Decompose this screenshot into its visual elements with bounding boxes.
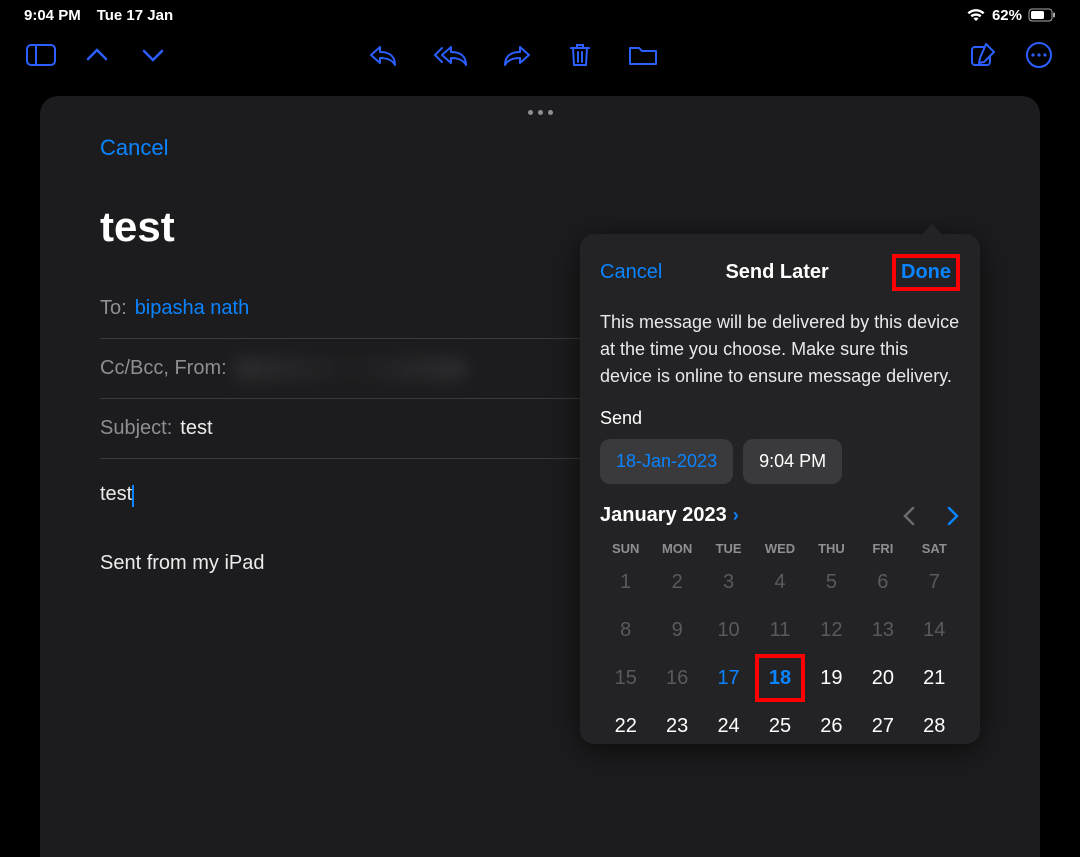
send-time-pill[interactable]: 9:04 PM [743, 439, 842, 484]
compose-sheet: Cancel test To: bipasha nath Cc/Bcc, Fro… [40, 96, 1040, 857]
weekday-label: THU [806, 541, 857, 556]
more-icon[interactable] [1024, 41, 1054, 69]
calendar-month-label[interactable]: January 2023 [600, 504, 727, 527]
month-chevron-icon[interactable]: › [733, 505, 739, 526]
send-date-pill[interactable]: 18-Jan-2023 [600, 439, 733, 484]
calendar-day: 3 [703, 564, 754, 600]
calendar-day: 8 [600, 612, 651, 648]
calendar-day[interactable]: 24 [703, 708, 754, 744]
calendar-day: 7 [909, 564, 960, 600]
cancel-button[interactable]: Cancel [100, 135, 980, 161]
calendar-day: 5 [806, 564, 857, 600]
send-later-popover: Cancel Send Later Done This message will… [580, 234, 980, 744]
mail-toolbar [0, 30, 1080, 80]
calendar-days: 1234567891011121314151617181920212223242… [600, 564, 960, 744]
to-value: bipasha nath [135, 297, 250, 320]
calendar-day: 6 [857, 564, 908, 600]
calendar-day: 12 [806, 612, 857, 648]
weekday-label: MON [651, 541, 702, 556]
calendar-day[interactable]: 18 [754, 660, 805, 696]
status-date: Tue 17 Jan [97, 7, 173, 24]
status-bar: 9:04 PM Tue 17 Jan 62% [0, 0, 1080, 30]
calendar-day: 14 [909, 612, 960, 648]
compose-icon[interactable] [968, 41, 998, 69]
trash-icon[interactable] [565, 41, 595, 69]
from-value-redacted [235, 358, 465, 380]
next-month-icon[interactable] [946, 506, 960, 526]
weekday-label: SUN [600, 541, 651, 556]
folder-icon[interactable] [628, 41, 658, 69]
popover-done-button[interactable]: Done [892, 254, 960, 291]
send-label: Send [600, 408, 960, 429]
calendar-day[interactable]: 22 [600, 708, 651, 744]
battery-percent: 62% [992, 7, 1022, 24]
status-time: 9:04 PM [24, 7, 81, 24]
popover-title: Send Later [725, 261, 828, 284]
calendar-weekdays: SUNMONTUEWEDTHUFRISAT [600, 541, 960, 556]
calendar-day: 10 [703, 612, 754, 648]
calendar-day[interactable]: 19 [806, 660, 857, 696]
wifi-icon [966, 8, 986, 22]
weekday-label: SAT [909, 541, 960, 556]
sheet-grabber[interactable] [40, 96, 1040, 125]
popover-description: This message will be delivered by this d… [600, 309, 960, 390]
reply-icon[interactable] [368, 41, 398, 69]
prev-month-icon[interactable] [902, 506, 916, 526]
calendar-day[interactable]: 23 [651, 708, 702, 744]
calendar-day[interactable]: 27 [857, 708, 908, 744]
subject-label: Subject: [100, 417, 172, 440]
calendar-day: 2 [651, 564, 702, 600]
calendar-day: 1 [600, 564, 651, 600]
forward-icon[interactable] [502, 41, 532, 69]
subject-value: test [180, 417, 212, 440]
to-label: To: [100, 297, 127, 320]
calendar-day: 11 [754, 612, 805, 648]
calendar-day: 4 [754, 564, 805, 600]
calendar-day: 15 [600, 660, 651, 696]
weekday-label: TUE [703, 541, 754, 556]
body-text: test [100, 483, 132, 506]
popover-cancel-button[interactable]: Cancel [600, 261, 662, 284]
calendar-day[interactable]: 26 [806, 708, 857, 744]
sidebar-toggle-icon[interactable] [26, 41, 56, 69]
calendar-day: 9 [651, 612, 702, 648]
battery-icon [1028, 8, 1056, 22]
reply-all-icon[interactable] [431, 41, 469, 69]
weekday-label: FRI [857, 541, 908, 556]
calendar-day[interactable]: 20 [857, 660, 908, 696]
cc-label: Cc/Bcc, From: [100, 357, 227, 380]
calendar-day[interactable]: 17 [703, 660, 754, 696]
calendar-day[interactable]: 21 [909, 660, 960, 696]
calendar-day: 13 [857, 612, 908, 648]
weekday-label: WED [754, 541, 805, 556]
calendar-day: 16 [651, 660, 702, 696]
calendar-day[interactable]: 25 [754, 708, 805, 744]
calendar-day[interactable]: 28 [909, 708, 960, 744]
